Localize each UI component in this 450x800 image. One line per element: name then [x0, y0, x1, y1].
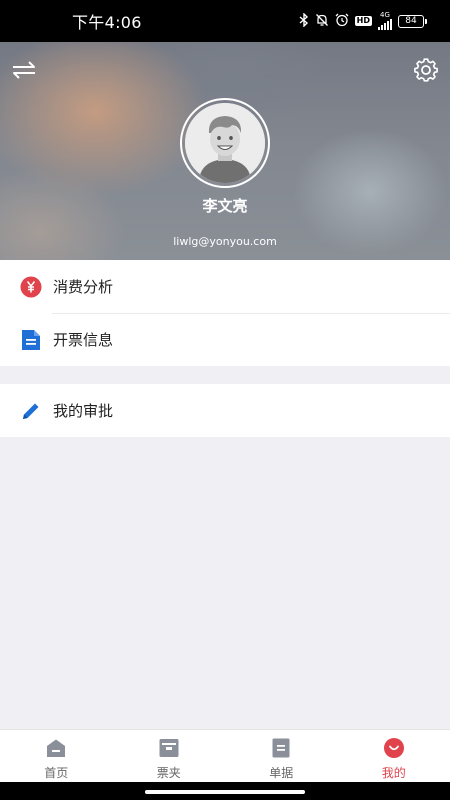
user-email: liwlg@yonyou.com: [173, 235, 277, 248]
signal-icon: 4G: [378, 12, 392, 30]
home-indicator[interactable]: [145, 790, 305, 794]
pencil-icon: [20, 400, 42, 422]
tab-label: 票夹: [156, 766, 181, 780]
tab-label: 单据: [269, 766, 294, 780]
avatar[interactable]: [180, 98, 270, 188]
status-icons: HD 4G 84: [299, 11, 427, 30]
tab-mine[interactable]: 我的: [338, 730, 450, 782]
tab-home[interactable]: 首页: [0, 730, 113, 782]
mute-bell-icon: [315, 13, 329, 30]
tab-ticket-folder[interactable]: 票夹: [113, 730, 226, 782]
menu-item-consumption-analysis[interactable]: 消费分析: [0, 260, 450, 313]
user-name: 李文亮: [202, 197, 248, 215]
yen-circle-icon: [20, 276, 42, 298]
status-bar: 下午4:06 HD 4G 84: [0, 0, 450, 42]
receipt-icon: [272, 738, 290, 758]
document-icon: [20, 329, 42, 351]
profile-smile-icon: [383, 738, 404, 758]
bluetooth-icon: [299, 11, 309, 30]
tab-label: 首页: [44, 766, 69, 780]
home-icon: [47, 739, 66, 757]
menu-label: 开票信息: [53, 331, 114, 349]
menu-group-secondary: 我的审批: [0, 384, 450, 437]
bottom-tab-bar: 首页 票夹 单据 我的: [0, 729, 450, 782]
ticket-folder-icon: [159, 739, 179, 757]
gesture-bar: [0, 782, 450, 800]
switch-arrows-icon[interactable]: [10, 58, 38, 82]
status-time: 下午4:06: [72, 13, 142, 32]
tab-label: 我的: [381, 766, 406, 780]
menu-label: 我的审批: [53, 402, 114, 420]
settings-gear-icon[interactable]: [412, 56, 440, 84]
tab-receipts[interactable]: 单据: [225, 730, 338, 782]
menu-item-my-approvals[interactable]: 我的审批: [0, 384, 450, 437]
avatar-illustration-icon: [185, 103, 265, 183]
menu-item-invoice-info[interactable]: 开票信息: [0, 313, 450, 366]
network-type: 4G: [380, 11, 390, 19]
profile-header: 李文亮 liwlg@yonyou.com: [0, 42, 450, 260]
battery-icon: 84: [398, 14, 427, 28]
menu-label: 消费分析: [53, 278, 114, 296]
menu-group-primary: 消费分析 开票信息: [0, 260, 450, 366]
alarm-icon: [335, 13, 349, 30]
hd-icon: HD: [354, 16, 372, 26]
